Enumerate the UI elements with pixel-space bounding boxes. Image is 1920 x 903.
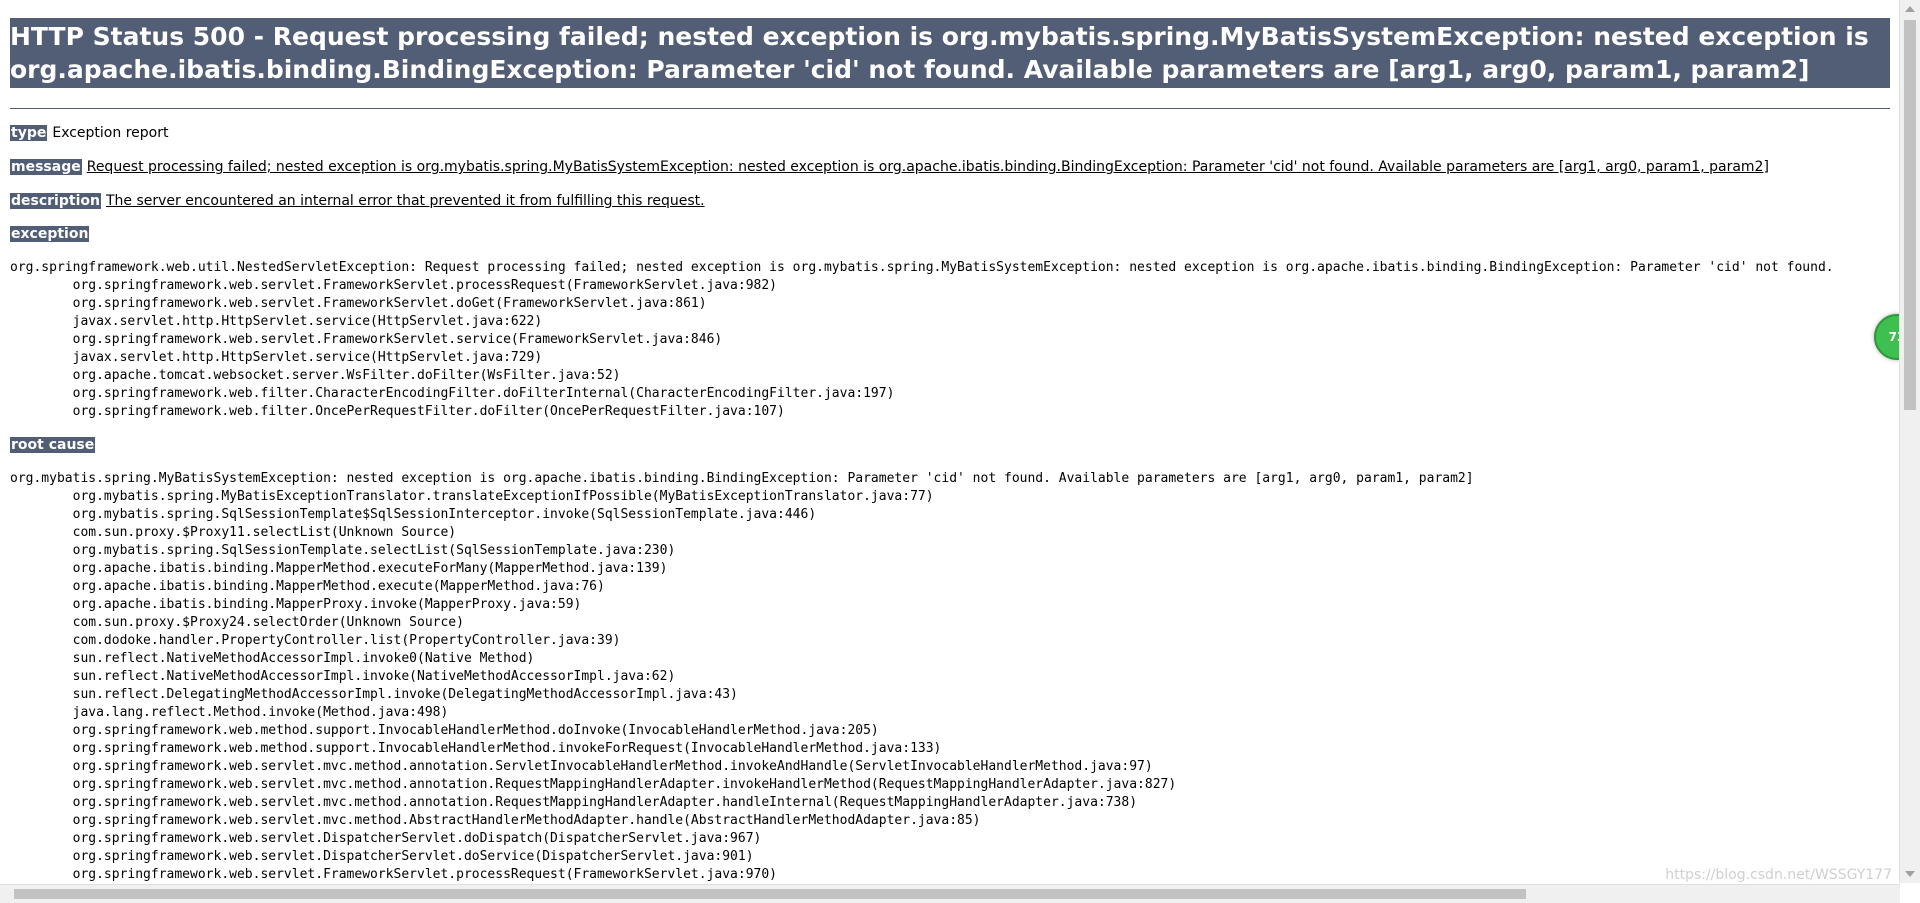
root-cause-line: java.lang.reflect.Method.invoke(Method.j… [10, 705, 449, 720]
exception-label: exception [10, 226, 90, 242]
description-value: The server encountered an internal error… [105, 193, 705, 209]
exception-line: org.springframework.web.servlet.Framewor… [10, 278, 778, 293]
root-cause-section: root cause [10, 436, 1890, 454]
root-cause-line: com.sun.proxy.$Proxy24.selectOrder(Unkno… [10, 615, 464, 630]
type-row: type Exception report [10, 124, 1890, 142]
vertical-scrollbar[interactable] [1899, 0, 1920, 883]
message-row: message Request processing failed; nested… [10, 158, 1890, 176]
exception-line: org.springframework.web.util.NestedServl… [10, 260, 1834, 275]
exception-line: javax.servlet.http.HttpServlet.service(H… [10, 314, 543, 329]
page-title-line-2: org.apache.ibatis.binding.BindingExcepti… [10, 55, 1810, 84]
root-cause-line: org.springframework.web.servlet.mvc.meth… [10, 795, 1138, 810]
exception-line: org.springframework.web.filter.OncePerRe… [10, 404, 785, 419]
root-cause-line: org.springframework.web.servlet.mvc.meth… [10, 813, 981, 828]
scroll-down-icon[interactable] [1905, 871, 1915, 877]
root-cause-line: com.sun.proxy.$Proxy11.selectList(Unknow… [10, 525, 457, 540]
root-cause-line: org.mybatis.spring.SqlSessionTemplate.se… [10, 543, 676, 558]
watermark: https://blog.csdn.net/WSSGY177 [1665, 867, 1892, 883]
description-label: description [10, 193, 101, 209]
page-title: HTTP Status 500 - Request processing fai… [10, 18, 1890, 88]
message-value: Request processing failed; nested except… [86, 159, 1769, 175]
vertical-scroll-thumb[interactable] [1904, 20, 1916, 410]
root-cause-label: root cause [10, 437, 96, 453]
type-label: type [10, 125, 48, 141]
exception-stack-trace: org.springframework.web.util.NestedServl… [10, 259, 1900, 421]
root-cause-line: org.springframework.web.method.support.I… [10, 723, 879, 738]
error-page: HTTP Status 500 - Request processing fai… [10, 18, 1890, 884]
root-cause-line: org.apache.ibatis.binding.MapperProxy.in… [10, 597, 582, 612]
message-label: message [10, 159, 82, 175]
root-cause-line: org.mybatis.spring.SqlSessionTemplate$Sq… [10, 507, 817, 522]
type-value: Exception report [52, 125, 169, 141]
root-cause-stack-trace: org.mybatis.spring.MyBatisSystemExceptio… [10, 470, 1900, 884]
root-cause-line: sun.reflect.NativeMethodAccessorImpl.inv… [10, 669, 676, 684]
exception-line: org.apache.tomcat.websocket.server.WsFil… [10, 368, 621, 383]
exception-line: javax.servlet.http.HttpServlet.service(H… [10, 350, 543, 365]
scroll-up-icon[interactable] [1905, 6, 1915, 12]
page-title-line-1: HTTP Status 500 - Request processing fai… [10, 22, 1869, 51]
exception-line: org.springframework.web.filter.Character… [10, 386, 895, 401]
root-cause-line: org.springframework.web.servlet.Framewor… [10, 867, 778, 882]
exception-line: org.springframework.web.servlet.Framewor… [10, 296, 707, 311]
root-cause-line: sun.reflect.NativeMethodAccessorImpl.inv… [10, 651, 535, 666]
exception-line: org.springframework.web.servlet.Framewor… [10, 332, 723, 347]
description-row: description The server encountered an int… [10, 192, 1890, 210]
root-cause-line: org.apache.ibatis.binding.MapperMethod.e… [10, 561, 668, 576]
root-cause-line: sun.reflect.DelegatingMethodAccessorImpl… [10, 687, 738, 702]
root-cause-line: org.springframework.web.servlet.Dispatch… [10, 831, 762, 846]
root-cause-line: org.apache.ibatis.binding.MapperMethod.e… [10, 579, 605, 594]
horizontal-scroll-thumb[interactable] [14, 889, 1526, 899]
root-cause-line: org.mybatis.spring.MyBatisSystemExceptio… [10, 471, 1474, 486]
root-cause-line: org.springframework.web.servlet.mvc.meth… [10, 777, 1177, 792]
root-cause-line: org.mybatis.spring.MyBatisExceptionTrans… [10, 489, 934, 504]
root-cause-line: com.dodoke.handler.PropertyController.li… [10, 633, 621, 648]
title-divider [10, 108, 1890, 109]
root-cause-line: org.springframework.web.servlet.mvc.meth… [10, 759, 1153, 774]
horizontal-scrollbar[interactable] [0, 884, 1900, 903]
root-cause-line: org.springframework.web.servlet.Dispatch… [10, 849, 754, 864]
root-cause-line: org.springframework.web.method.support.I… [10, 741, 942, 756]
exception-section: exception [10, 225, 1890, 243]
